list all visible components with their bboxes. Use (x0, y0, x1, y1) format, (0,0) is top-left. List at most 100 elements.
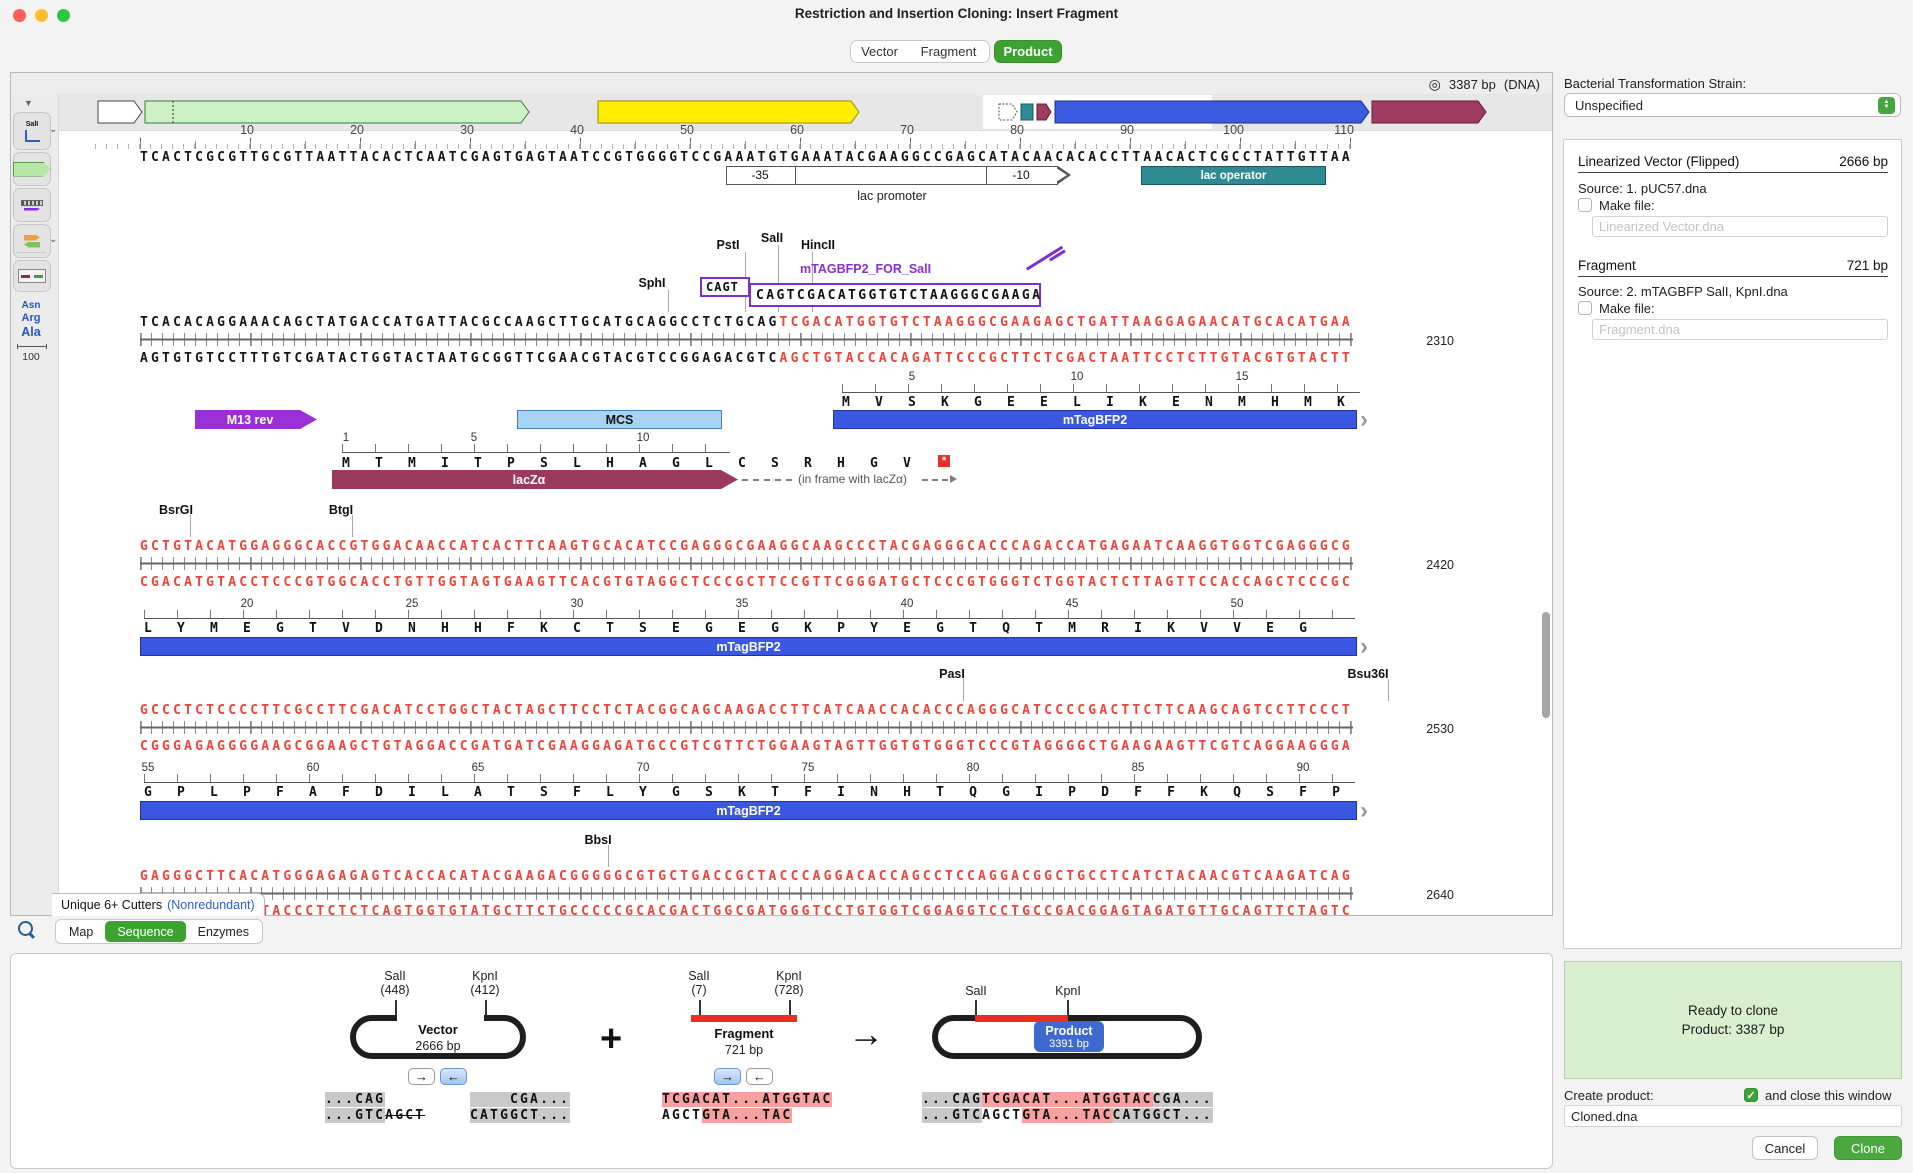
fragment-site-tick (789, 1000, 791, 1016)
feature-arrow-icon (13, 162, 51, 177)
product-badge: Product 3391 bp (1034, 1021, 1104, 1052)
primer-overhang-box[interactable]: CAGT (700, 277, 750, 297)
minimap-feature-maroon-arrow[interactable] (1372, 101, 1486, 123)
sequence-length: 3387 bp (1449, 77, 1496, 92)
tab-map[interactable]: Map (57, 921, 105, 942)
enzyme-display-chevron-icon[interactable]: ⌄ (49, 124, 57, 135)
enzyme-label-sphI[interactable]: SphI (615, 276, 689, 290)
feature-laczalpha[interactable]: lacZα (332, 470, 738, 489)
search-icon[interactable] (18, 921, 33, 936)
vector-forward-button[interactable]: → (408, 1068, 435, 1085)
minimap-feature-green-arrow[interactable] (145, 101, 529, 123)
show-primers-button[interactable] (13, 188, 51, 222)
feature-mcs[interactable]: MCS (517, 410, 722, 429)
nonredundant-link[interactable]: (Nonredundant) (167, 898, 255, 912)
minimap-feature-white-arrow[interactable] (98, 101, 142, 123)
enzyme-display-button[interactable]: SalI (13, 112, 51, 150)
strand-ruler (140, 333, 1353, 346)
product-name: Product (1045, 1024, 1092, 1038)
minimap-feature-blue-arrow[interactable] (1055, 101, 1369, 123)
select-stepper-icon[interactable]: ▲▼ (1878, 97, 1895, 114)
aa-number: 90 (1288, 762, 1318, 774)
fragment-forward-button[interactable]: → (714, 1068, 741, 1085)
sequence-bottom-strand: AGTGTGTCCTTTGTCGATACTGGTACTAATGCGGTTCGAA… (140, 351, 1353, 366)
enzyme-label-hincII[interactable]: HincII (781, 238, 855, 252)
cancel-button[interactable]: Cancel (1752, 1136, 1818, 1160)
feature-continues-icon: › (1360, 410, 1368, 429)
translations-chevron-icon[interactable]: ⌄ (49, 234, 57, 245)
show-features-button[interactable] (13, 152, 51, 186)
vector-make-file-label: Make file: (1599, 198, 1655, 213)
minimap-feature-yellow-arrow[interactable] (598, 101, 859, 123)
aa-sequence: M V S K G E E L I K E N M H M K (842, 395, 1345, 410)
tab-enzymes[interactable]: Enzymes (186, 921, 261, 942)
vector-site-left: SalI(448) (363, 969, 427, 997)
ruler-width-icon[interactable] (17, 344, 47, 349)
aa-style-arg[interactable]: Arg (13, 312, 49, 324)
feature-mtagbfp2[interactable]: mTagBFP2 (140, 801, 1357, 820)
enzyme-leader-line (608, 845, 609, 867)
tab-sequence[interactable]: Sequence (105, 921, 185, 942)
tab-fragment[interactable]: Fragment (908, 40, 990, 63)
tab-product[interactable]: Product (994, 40, 1062, 63)
vector-cut-gap (397, 1012, 484, 1022)
promoter-divider (795, 166, 796, 185)
feature-mtagbfp2[interactable]: mTagBFP2 (833, 410, 1357, 429)
ruler-number: 50 (650, 123, 694, 137)
minimap-options-icon[interactable]: ▼ (24, 98, 33, 108)
vector-reverse-button[interactable]: ← (440, 1068, 467, 1085)
feature-lac-operator[interactable]: lac operator (1141, 166, 1326, 185)
aa-number: 80 (958, 762, 988, 774)
clone-button[interactable]: Clone (1834, 1136, 1902, 1160)
aa-number: 1 (331, 432, 361, 444)
feature-continues-icon: › (1360, 801, 1368, 820)
minimap-feature-operator[interactable] (1021, 104, 1033, 120)
vector-file-input[interactable] (1592, 216, 1888, 237)
create-product-label: Create product: (1564, 1088, 1654, 1103)
close-window-checkbox-label: and close this window (1765, 1088, 1891, 1103)
promoter-divider (986, 166, 987, 185)
clipped-strand-wrapper: CTCCCGAAGTGTACCCTCTCTCAGTGGTGTATGCTTCTGC… (140, 904, 1400, 915)
product-filename-input[interactable] (1564, 1105, 1902, 1127)
product-junction-sequences: ...CAGTCGACAT...ATGGTACCGA... ...GTCAGCT… (922, 1092, 1213, 1124)
primer-arrow-icon (24, 208, 40, 211)
view-mode-tabs: Map Sequence Enzymes (55, 919, 263, 944)
fragment-reverse-button[interactable]: ← (746, 1068, 773, 1085)
close-window-checkbox[interactable]: ✓ (1744, 1088, 1758, 1102)
strain-select[interactable]: Unspecified ▲▼ (1564, 93, 1901, 117)
primer-sequence-box[interactable]: CAGTCGACATGGTGTCTAAGGGCGAAGA (749, 283, 1041, 307)
hatched-dna-icon (21, 200, 43, 206)
show-orfs-button[interactable] (13, 260, 51, 292)
fragment-file-input[interactable] (1592, 319, 1888, 340)
result-arrow: → (848, 1013, 884, 1055)
enzyme-label-btgI[interactable]: BtgI (304, 503, 378, 517)
ruler-number: 100 (1200, 123, 1244, 137)
vector-make-file-checkbox[interactable] (1578, 198, 1592, 212)
fragment-bar[interactable] (691, 1015, 797, 1022)
position-label: 2640 (1400, 888, 1454, 902)
enzyme-label-pasI[interactable]: PasI (915, 667, 989, 681)
position-label: 2530 (1400, 722, 1454, 736)
aa-number: 40 (892, 598, 922, 610)
strand-ruler (140, 557, 1353, 570)
enzyme-label-bbsI[interactable]: BbsI (561, 833, 635, 847)
primer-name-label[interactable]: mTAGBFP2_FOR_SalI (800, 262, 931, 276)
sequence-top-strand: GCTGTACATGGAGGGCACCGTGGACAACCATCACTTCAAG… (140, 539, 1353, 554)
feature-mtagbfp2[interactable]: mTagBFP2 (140, 637, 1357, 656)
tab-vector[interactable]: Vector (850, 40, 909, 63)
enzyme-label-bsrGI[interactable]: BsrGI (139, 503, 213, 517)
lac-promoter-label: lac promoter (822, 189, 962, 203)
fragment-size: 721 bp (1847, 258, 1888, 273)
aa-number: 35 (727, 598, 757, 610)
strand-segment-insert: TCGACATGGTGTCTAAGGGCGAAGAGCTGATTAAGGAGAA… (780, 315, 1353, 330)
aa-style-ala[interactable]: Ala (13, 325, 49, 339)
vertical-scrollbar-thumb[interactable] (1542, 612, 1550, 718)
feature-m13-rev[interactable]: M13 rev (195, 410, 317, 429)
aa-style-asn[interactable]: Asn (13, 300, 49, 311)
fragment-make-file-checkbox[interactable] (1578, 301, 1592, 315)
ruler-width-value[interactable]: 100 (13, 351, 49, 363)
vector-header-row: Linearized Vector (Flipped) 2666 bp (1578, 154, 1888, 173)
ruler-number: 60 (760, 123, 804, 137)
fragment-source: Source: 2. mTAGBFP SalI, KpnI.dna (1578, 284, 1788, 299)
enzyme-label-bsu36I[interactable]: Bsu36I (1331, 667, 1405, 681)
